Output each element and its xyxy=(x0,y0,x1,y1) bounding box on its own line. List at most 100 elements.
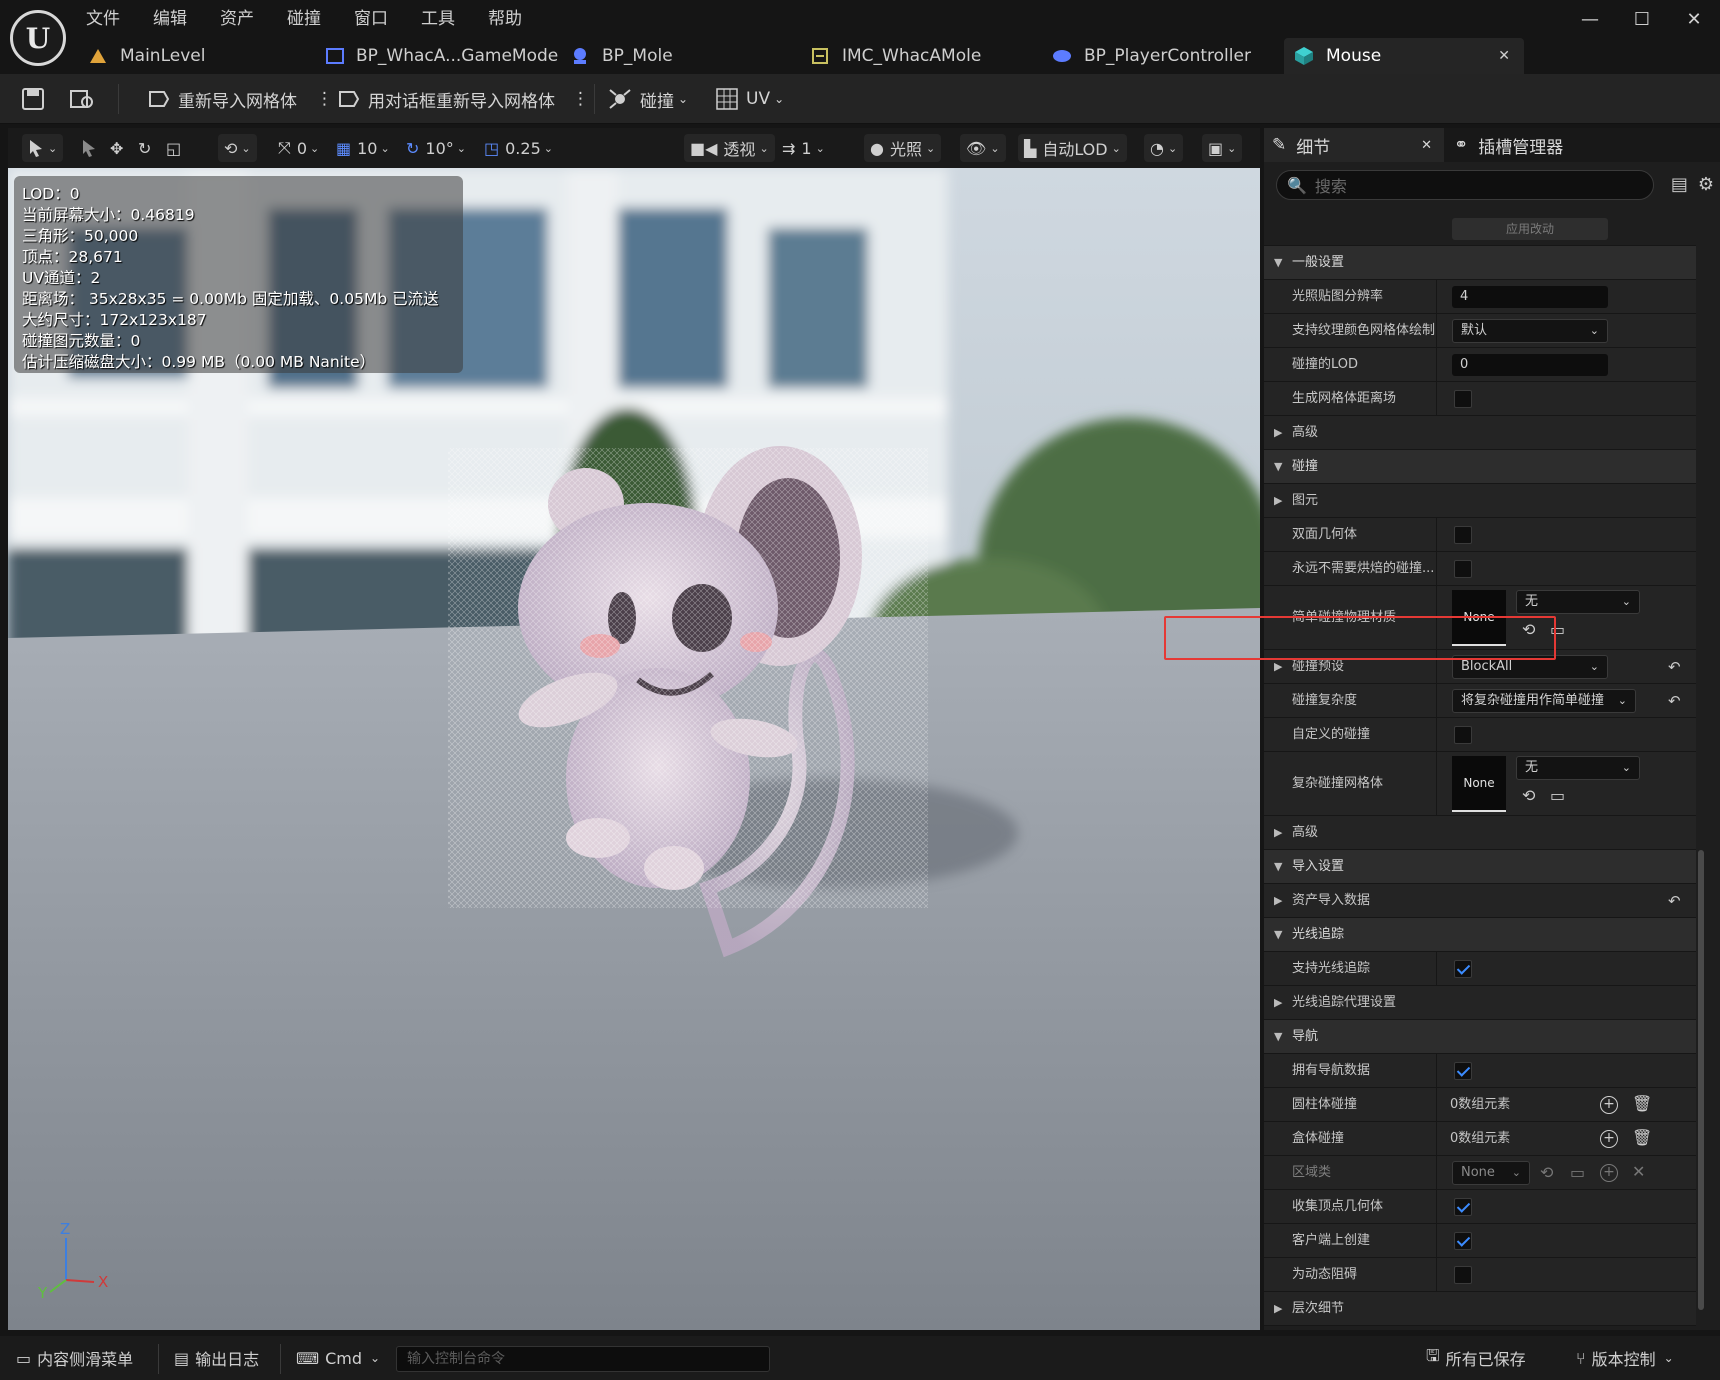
tab-mouse[interactable]: Mouse ✕ xyxy=(1284,38,1524,74)
tab-mainlevel[interactable]: MainLevel xyxy=(86,38,286,74)
rotation-snap-dropdown[interactable]: ⤧ 0 ⌄ xyxy=(272,134,325,162)
area-class-dropdown[interactable]: None ⌄ xyxy=(1452,1161,1530,1185)
grid-snap-dropdown[interactable]: ▦ 10 ⌄ xyxy=(330,134,396,162)
minimize-icon[interactable]: — xyxy=(1564,4,1616,34)
lod-dropdown[interactable]: ▙ 自动LOD ⌄ xyxy=(1018,134,1127,162)
tab-bp-mole[interactable]: BP_Mole xyxy=(570,38,770,74)
apply-changes-button[interactable]: 应用改动 xyxy=(1452,218,1608,240)
create-on-client-checkbox[interactable] xyxy=(1454,1232,1472,1250)
add-element-icon[interactable]: + xyxy=(1600,1130,1618,1148)
use-selected-icon[interactable]: ⟲ xyxy=(1522,620,1535,639)
collision-preset-dropdown[interactable]: BlockAll ⌄ xyxy=(1452,655,1608,679)
menu-edit[interactable]: 编辑 xyxy=(153,6,187,32)
tab-imc[interactable]: IMC_WhacAMole xyxy=(810,38,1030,74)
clear-icon[interactable]: ✕ xyxy=(1632,1162,1645,1181)
rotate-icon[interactable]: ↻ xyxy=(132,134,157,162)
view-mode-dropdown[interactable]: ■◀ 透视 ⌄ xyxy=(684,134,775,162)
menu-help[interactable]: 帮助 xyxy=(488,6,522,32)
tab-details[interactable]: ✎ 细节 ✕ xyxy=(1264,128,1444,162)
surface-snap-dropdown[interactable]: ⟲ ⌄ xyxy=(218,134,257,162)
tab-socket-manager[interactable]: ⚭ 插槽管理器 xyxy=(1454,128,1563,162)
cmd-dropdown[interactable]: ⌨ Cmd ⌄ xyxy=(296,1343,380,1373)
browse-asset-icon[interactable] xyxy=(70,82,96,116)
trash-icon[interactable]: 🗑 xyxy=(1632,1094,1652,1113)
category-import-settings[interactable]: ▼ 导入设置 xyxy=(1264,850,1696,884)
category-raytracing[interactable]: ▼ 光线追踪 xyxy=(1264,918,1696,952)
double-sided-checkbox[interactable] xyxy=(1454,526,1472,544)
console-command-input[interactable]: 输入控制台命令 xyxy=(396,1346,770,1372)
menu-tools[interactable]: 工具 xyxy=(421,6,455,32)
browse-folder-icon[interactable]: ▭ xyxy=(1570,1163,1585,1182)
table-view-icon[interactable]: ▤ xyxy=(1671,174,1688,195)
menu-file[interactable]: 文件 xyxy=(86,6,120,32)
gear-icon[interactable]: ⚙ xyxy=(1698,174,1714,195)
reset-to-default-icon[interactable]: ↶ xyxy=(1668,684,1681,718)
lightmap-resolution-input[interactable]: 4 xyxy=(1452,286,1608,308)
save-icon[interactable] xyxy=(22,82,44,116)
group-lod-details[interactable]: ▶ 层次细节 xyxy=(1264,1292,1696,1326)
browse-folder-icon[interactable]: ▭ xyxy=(1550,620,1565,639)
angle-snap-dropdown[interactable]: ↻ 10° ⌄ xyxy=(400,134,472,162)
translate-icon[interactable]: ✥ xyxy=(104,134,129,162)
collision-complexity-dropdown[interactable]: 将复杂碰撞用作简单碰撞 ⌄ xyxy=(1452,689,1636,713)
reset-to-default-icon[interactable]: ↶ xyxy=(1668,650,1681,684)
phys-material-thumbnail[interactable]: None xyxy=(1452,590,1506,646)
close-tab-icon[interactable]: ✕ xyxy=(1498,48,1510,64)
output-log-button[interactable]: ▤ 输出日志 xyxy=(174,1343,259,1373)
lighting-mode-dropdown[interactable]: ● 光照 ⌄ xyxy=(864,134,942,162)
maximize-icon[interactable]: ☐ xyxy=(1616,4,1668,34)
category-navigation[interactable]: ▼ 导航 xyxy=(1264,1020,1696,1054)
group-advanced-1[interactable]: ▶ 高级 xyxy=(1264,416,1696,450)
collision-menu-button[interactable]: 碰撞 ⌄ xyxy=(608,82,688,116)
collision-mesh-thumbnail[interactable]: None xyxy=(1452,756,1506,812)
select-icon[interactable] xyxy=(76,134,102,162)
select-mode-dropdown[interactable]: ⌄ xyxy=(22,134,64,162)
screenshot-dropdown[interactable]: ▣ ⌄ xyxy=(1202,134,1243,162)
tab-playercontroller[interactable]: BP_PlayerController xyxy=(1052,38,1282,74)
mesh-viewport[interactable]: LOD：0 当前屏幕大小：0.46819 三角形：50,000 顶点：28,67… xyxy=(8,168,1260,1330)
group-asset-import-data[interactable]: ▶ 资产导入数据 ↶ xyxy=(1264,884,1696,918)
browse-folder-icon[interactable]: ▭ xyxy=(1550,786,1565,805)
custom-collision-checkbox[interactable] xyxy=(1454,726,1472,744)
details-scrollbar[interactable] xyxy=(1698,850,1704,1310)
source-control-dropdown[interactable]: ⑂ 版本控制 ⌄ xyxy=(1576,1343,1674,1373)
details-search-input[interactable]: 🔍 搜索 xyxy=(1276,170,1654,200)
has-nav-data-checkbox[interactable] xyxy=(1454,1062,1472,1080)
scale-snap-dropdown[interactable]: ◳ 0.25 ⌄ xyxy=(478,134,559,162)
close-icon[interactable]: ✕ xyxy=(1668,4,1720,34)
tab-gamemode[interactable]: BP_WhacA...GameMode xyxy=(326,38,558,74)
add-element-icon[interactable]: + xyxy=(1600,1096,1618,1114)
trash-icon[interactable]: 🗑 xyxy=(1632,1128,1652,1147)
add-icon[interactable]: + xyxy=(1600,1164,1618,1182)
more-options-icon-2[interactable]: ⋮ xyxy=(572,82,589,116)
camera-speed-dropdown[interactable]: ⇉ 1 ⌄ xyxy=(776,134,831,162)
group-raytracing-proxy[interactable]: ▶ 光线追踪代理设置 xyxy=(1264,986,1696,1020)
all-saved-button[interactable]: 🖫 所有已保存 xyxy=(1426,1343,1526,1373)
unreal-logo-icon[interactable]: U xyxy=(10,10,66,66)
menu-collision[interactable]: 碰撞 xyxy=(287,6,321,32)
content-drawer-button[interactable]: ▭ 内容侧滑菜单 xyxy=(16,1343,133,1373)
dynamic-obstacle-checkbox[interactable] xyxy=(1454,1266,1472,1284)
more-options-icon[interactable]: ⋮ xyxy=(316,82,333,116)
performance-dropdown[interactable]: ◔ ⌄ xyxy=(1144,134,1184,162)
support-raytracing-checkbox[interactable] xyxy=(1454,960,1472,978)
reimport-mesh-button[interactable]: 重新导入网格体 xyxy=(148,82,297,116)
menu-window[interactable]: 窗口 xyxy=(354,6,388,32)
menu-asset[interactable]: 资产 xyxy=(220,6,254,32)
group-advanced-2[interactable]: ▶ 高级 xyxy=(1264,816,1696,850)
gen-distance-field-checkbox[interactable] xyxy=(1454,390,1472,408)
show-flags-dropdown[interactable]: 👁 ⌄ xyxy=(960,134,1006,162)
vertex-paint-dropdown[interactable]: 默认 ⌄ xyxy=(1452,319,1608,343)
category-general[interactable]: ▼ 一般设置 xyxy=(1264,246,1696,280)
category-collision[interactable]: ▼ 碰撞 xyxy=(1264,450,1696,484)
phys-material-dropdown[interactable]: 无 ⌄ xyxy=(1516,590,1640,614)
never-bake-checkbox[interactable] xyxy=(1454,560,1472,578)
close-tab-icon[interactable]: ✕ xyxy=(1421,138,1432,153)
scale-icon[interactable]: ◱ xyxy=(160,134,187,162)
gather-convex-checkbox[interactable] xyxy=(1454,1198,1472,1216)
collision-mesh-dropdown[interactable]: 无 ⌄ xyxy=(1516,756,1640,780)
use-selected-icon[interactable]: ⟲ xyxy=(1522,786,1535,805)
reimport-dialog-button[interactable]: 用对话框重新导入网格体 xyxy=(338,82,555,116)
uv-menu-button[interactable]: UV ⌄ xyxy=(716,82,784,116)
lod-for-collision-input[interactable]: 0 xyxy=(1452,354,1608,376)
